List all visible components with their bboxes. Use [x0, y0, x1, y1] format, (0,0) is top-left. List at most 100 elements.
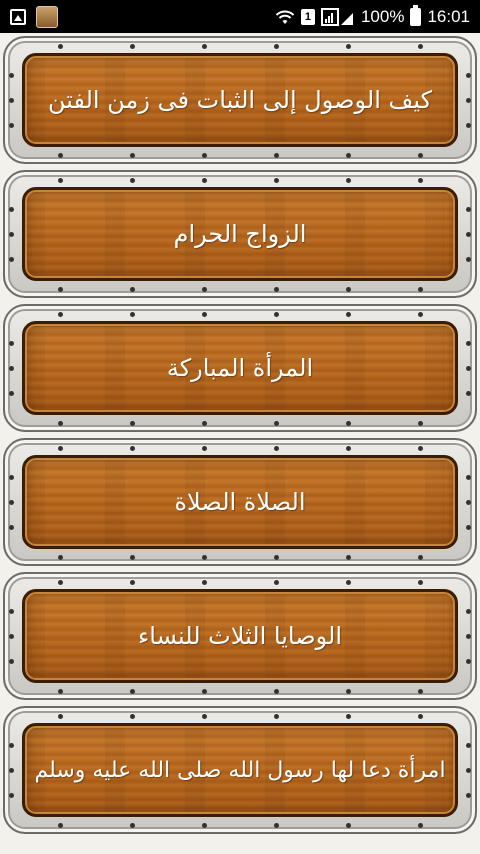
rivet: [418, 178, 423, 183]
rivet: [466, 500, 471, 505]
rivet: [130, 153, 135, 158]
rivet: [418, 714, 423, 719]
rivet: [202, 714, 207, 719]
rivet: [274, 44, 279, 49]
list-item[interactable]: امرأة دعا لها رسول الله صلى الله عليه وس…: [0, 703, 480, 837]
rivet: [466, 634, 471, 639]
rivet: [58, 44, 63, 49]
rivet: [466, 232, 471, 237]
rivet: [418, 421, 423, 426]
list-item-label: الزواج الحرام: [173, 220, 307, 248]
rivet: [202, 287, 207, 292]
rivet: [9, 257, 14, 262]
rivet: [466, 659, 471, 664]
wood-button[interactable]: المرأة المباركة: [22, 321, 458, 415]
rivet: [58, 689, 63, 694]
rivet: [346, 312, 351, 317]
rivet: [130, 823, 135, 828]
rivet: [274, 555, 279, 560]
rivet: [466, 475, 471, 480]
rivet: [466, 341, 471, 346]
rivet: [9, 793, 14, 798]
list-item-label: الوصايا الثلاث للنساء: [138, 622, 342, 650]
rivet: [418, 287, 423, 292]
rivet: [346, 44, 351, 49]
rivet: [274, 580, 279, 585]
wood-button[interactable]: امرأة دعا لها رسول الله صلى الله عليه وس…: [22, 723, 458, 817]
rivet: [466, 123, 471, 128]
rivet: [346, 580, 351, 585]
rivet: [466, 793, 471, 798]
rivet: [346, 714, 351, 719]
rivet: [9, 341, 14, 346]
rivet: [9, 123, 14, 128]
rivet: [466, 98, 471, 103]
list-item[interactable]: المرأة المباركة: [0, 301, 480, 435]
rivet: [202, 446, 207, 451]
list-item-label: كيف الوصول إلى الثبات فى زمن الفتن: [47, 86, 433, 114]
list-item[interactable]: الزواج الحرام: [0, 167, 480, 301]
battery-icon: [410, 4, 422, 26]
rivet: [346, 287, 351, 292]
rivet: [418, 555, 423, 560]
rivet: [130, 287, 135, 292]
app-icon: [36, 5, 58, 28]
rivet: [202, 580, 207, 585]
image-icon: [10, 8, 26, 25]
rivet: [274, 714, 279, 719]
wood-button[interactable]: الزواج الحرام: [22, 187, 458, 281]
rivet: [9, 525, 14, 530]
rivet: [9, 609, 14, 614]
rivet: [202, 689, 207, 694]
rivet: [202, 178, 207, 183]
rivet: [9, 366, 14, 371]
clock: 16:01: [427, 6, 470, 26]
signal-icon: [320, 7, 353, 26]
wood-button[interactable]: الوصايا الثلاث للنساء: [22, 589, 458, 683]
sim-icon: 1: [300, 8, 315, 25]
rivet: [466, 73, 471, 78]
rivet: [58, 823, 63, 828]
battery-percent: 100%: [360, 6, 405, 26]
rivet: [58, 287, 63, 292]
rivet: [346, 689, 351, 694]
rivet: [58, 153, 63, 158]
rivet: [418, 153, 423, 158]
rivet: [274, 312, 279, 317]
rivet: [9, 500, 14, 505]
rivet: [418, 312, 423, 317]
rivet: [466, 257, 471, 262]
rivet: [346, 153, 351, 158]
rivet: [346, 178, 351, 183]
list-item-label: امرأة دعا لها رسول الله صلى الله عليه وس…: [34, 757, 446, 783]
status-bar: 1 100% 16:01: [0, 0, 480, 33]
rivet: [202, 44, 207, 49]
wood-button[interactable]: كيف الوصول إلى الثبات فى زمن الفتن: [22, 53, 458, 147]
list-item[interactable]: الصلاة الصلاة: [0, 435, 480, 569]
list-item[interactable]: كيف الوصول إلى الثبات فى زمن الفتن: [0, 33, 480, 167]
rivet: [274, 689, 279, 694]
list-item[interactable]: الوصايا الثلاث للنساء: [0, 569, 480, 703]
rivet: [274, 446, 279, 451]
rivet: [9, 391, 14, 396]
rivet: [202, 153, 207, 158]
rivet: [202, 823, 207, 828]
rivet: [130, 689, 135, 694]
rivet: [202, 312, 207, 317]
rivet: [202, 555, 207, 560]
rivet: [9, 475, 14, 480]
rivet: [9, 232, 14, 237]
rivet: [274, 823, 279, 828]
rivet: [466, 609, 471, 614]
rivet: [130, 312, 135, 317]
rivet: [9, 207, 14, 212]
rivet: [418, 823, 423, 828]
rivet: [130, 44, 135, 49]
wifi-icon: [275, 10, 295, 24]
wood-button[interactable]: الصلاة الصلاة: [22, 455, 458, 549]
rivet: [58, 446, 63, 451]
rivet: [58, 312, 63, 317]
rivet: [466, 525, 471, 530]
rivet: [58, 714, 63, 719]
rivet: [130, 555, 135, 560]
